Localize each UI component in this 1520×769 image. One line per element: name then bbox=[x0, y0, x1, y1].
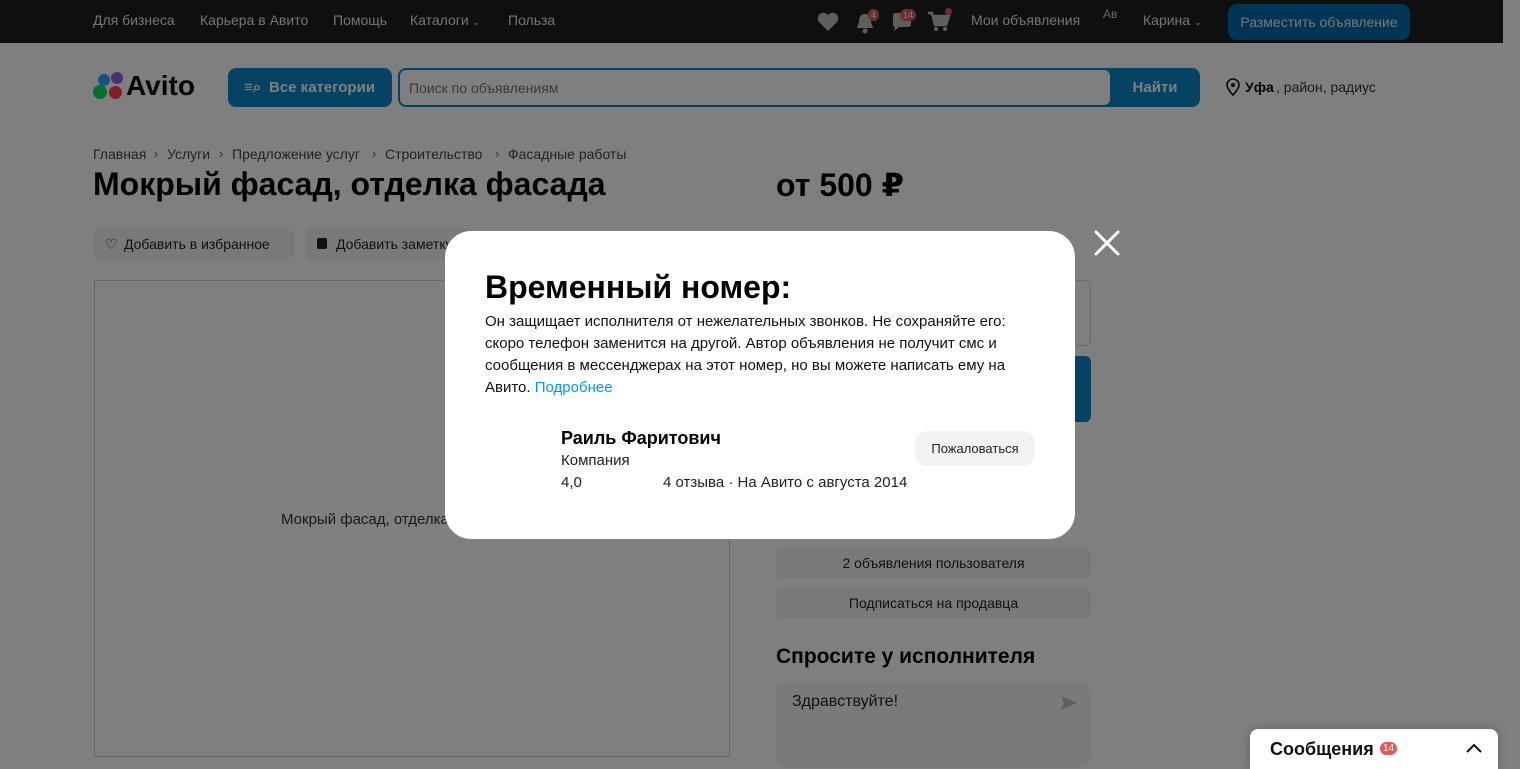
complain-button[interactable]: Пожаловаться bbox=[915, 431, 1035, 466]
seller-name[interactable]: Раиль Фаритович bbox=[561, 428, 721, 449]
temporary-number-modal: Временный номер: Он защищает исполнителя… bbox=[445, 231, 1075, 539]
messages-panel[interactable]: Сообщения 14 bbox=[1250, 729, 1498, 769]
modal-text: Он защищает исполнителя от нежелательных… bbox=[485, 311, 1035, 399]
close-icon[interactable] bbox=[1092, 228, 1122, 258]
seller-rating: 4,0 bbox=[561, 474, 582, 491]
chevron-up-icon[interactable] bbox=[1466, 743, 1482, 753]
seller-type: Компания bbox=[561, 452, 630, 469]
modal-title: Временный номер: bbox=[485, 269, 792, 305]
messages-label: Сообщения bbox=[1270, 739, 1374, 759]
more-link[interactable]: Подробнее bbox=[535, 379, 613, 396]
seller-reviews[interactable]: 4 отзыва · На Авито с августа 2014 bbox=[663, 474, 907, 491]
messages-panel-badge: 14 bbox=[1380, 742, 1398, 755]
